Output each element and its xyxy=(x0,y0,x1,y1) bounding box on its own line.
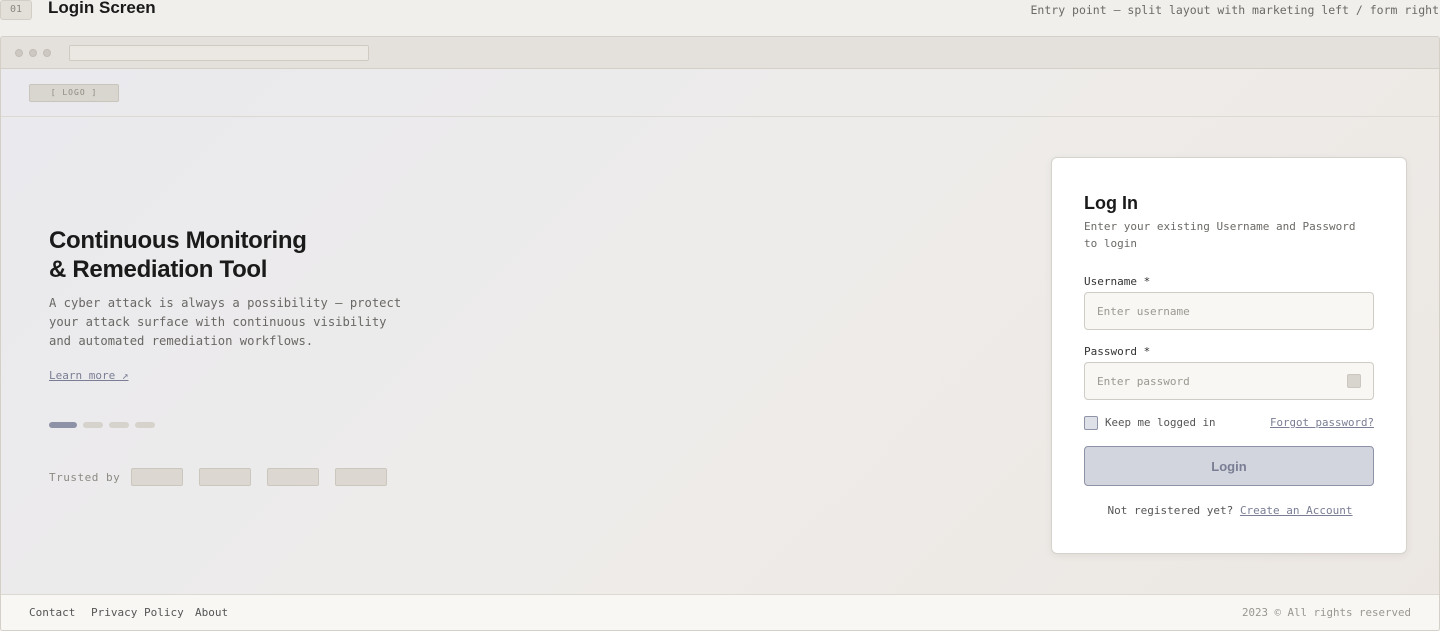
login-button[interactable]: Login xyxy=(1084,446,1374,486)
learn-more-link[interactable]: Learn more ↗ xyxy=(49,369,128,382)
window-minimize-dot[interactable] xyxy=(29,49,37,57)
top-navigation: [ LOGO ] xyxy=(1,69,1439,117)
footer: Contact Privacy Policy About 2023 © All … xyxy=(1,594,1439,630)
show-password-icon[interactable] xyxy=(1347,374,1361,388)
register-prompt: Not registered yet? Create an Account xyxy=(1052,504,1408,517)
copyright-text: 2023 © All rights reserved xyxy=(1241,606,1411,619)
username-input[interactable] xyxy=(1084,292,1374,330)
not-registered-text: Not registered yet? xyxy=(1107,504,1234,517)
address-bar[interactable] xyxy=(69,45,369,61)
screen-number-badge: 01 xyxy=(0,0,32,20)
browser-frame: [ LOGO ] Continuous Monitoring & Remedia… xyxy=(0,36,1440,631)
window-close-dot[interactable] xyxy=(15,49,23,57)
browser-chrome xyxy=(1,37,1439,69)
login-card: Log In Enter your existing Username and … xyxy=(1051,157,1407,554)
hero-title: Continuous Monitoring & Remediation Tool xyxy=(49,226,449,284)
partner-logo xyxy=(199,468,251,486)
password-input[interactable] xyxy=(1084,362,1374,400)
footer-link-privacy-policy[interactable]: Privacy Policy xyxy=(91,606,184,619)
login-subtitle: Enter your existing Username and Passwor… xyxy=(1084,220,1356,250)
trusted-by-label: Trusted by xyxy=(49,471,121,484)
keep-logged-in-label[interactable]: Keep me logged in xyxy=(1105,416,1216,429)
partner-logo xyxy=(267,468,319,486)
footer-link-about[interactable]: About xyxy=(195,606,228,619)
forgot-password-link[interactable]: Forgot password? xyxy=(1270,416,1374,429)
carousel-dot[interactable] xyxy=(49,422,77,428)
keep-logged-in-checkbox[interactable] xyxy=(1084,416,1098,430)
carousel-dot[interactable] xyxy=(109,422,129,428)
carousel-dot[interactable] xyxy=(83,422,103,428)
carousel-dot[interactable] xyxy=(135,422,155,428)
doc-header: 01 Login Screen Entry point — split layo… xyxy=(0,0,1440,22)
partner-logo xyxy=(335,468,387,486)
partner-logo xyxy=(131,468,183,486)
password-label: Password * xyxy=(1084,345,1151,358)
create-account-link[interactable]: Create an Account xyxy=(1240,504,1353,517)
hero-title-line-2: & Remediation Tool xyxy=(49,256,268,283)
screen-description: Entry point — split layout with marketin… xyxy=(1030,3,1440,17)
footer-link-contact[interactable]: Contact xyxy=(29,606,75,619)
hero-description: A cyber attack is always a possibility —… xyxy=(49,296,402,348)
hero-title-line-1: Continuous Monitoring xyxy=(49,227,307,254)
screen-title: Login Screen xyxy=(48,0,156,17)
window-maximize-dot[interactable] xyxy=(43,49,51,57)
logo[interactable]: [ LOGO ] xyxy=(29,84,119,102)
login-title: Log In xyxy=(1084,193,1138,213)
username-label: Username * xyxy=(1084,275,1151,288)
